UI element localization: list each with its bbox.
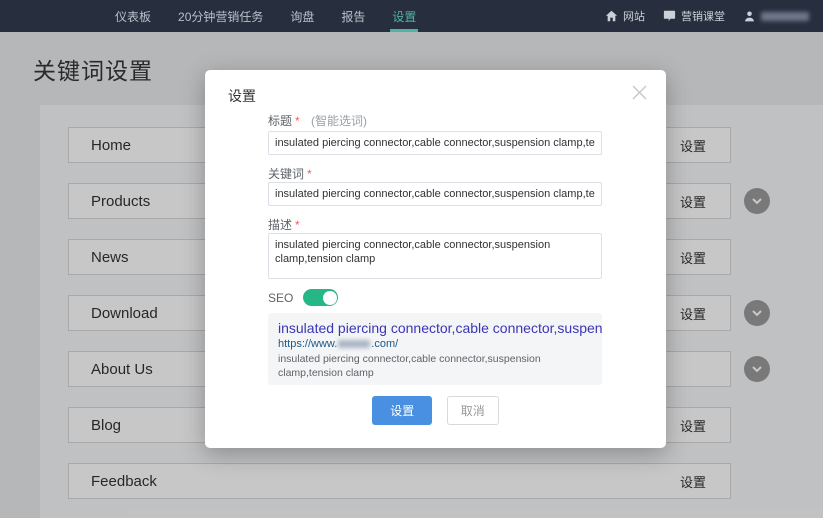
smart-word-hint: (智能选词) (311, 114, 367, 128)
nav-tab[interactable]: 设置 (392, 0, 416, 32)
modal-title: 设置 (228, 86, 256, 106)
confirm-button[interactable]: 设置 (372, 396, 432, 425)
nav-utilities: 网站 营销课堂 (605, 0, 823, 32)
nav-menu: 仪表板 20分钟营销任务 询盘 报告 设置 (115, 0, 416, 32)
title-input[interactable] (268, 131, 602, 155)
nav-tab-label: 仪表板 (115, 8, 151, 25)
nav-tab[interactable]: 询盘 (290, 0, 314, 32)
description-textarea[interactable]: insulated piercing connector,cable conne… (268, 233, 602, 279)
serp-preview-title: insulated piercing connector,cable conne… (278, 320, 592, 337)
user-icon (743, 10, 756, 23)
seo-toggle[interactable] (303, 289, 338, 306)
keywords-input[interactable] (268, 182, 602, 206)
serp-preview-url: https://www. .com/ (278, 338, 592, 350)
seo-label: SEO (268, 291, 293, 305)
nav-site-link[interactable]: 网站 (605, 8, 645, 24)
keywords-field-label: 关键词* (268, 167, 312, 181)
settings-modal: 设置 标题* (智能选词) 关键词* 描述* insulated piercin… (205, 70, 666, 448)
serp-preview: insulated piercing connector,cable conne… (268, 313, 602, 385)
description-field-label: 描述* (268, 218, 300, 232)
nav-classroom-label: 营销课堂 (681, 8, 725, 24)
nav-tab[interactable]: 报告 (341, 0, 365, 32)
title-field-label-row: 标题* (智能选词) (268, 112, 602, 130)
domain-blurred (338, 340, 370, 348)
serp-preview-description: insulated piercing connector,cable conne… (278, 352, 588, 380)
nav-tab-label: 询盘 (290, 8, 314, 25)
nav-classroom-link[interactable]: 营销课堂 (663, 8, 725, 24)
nav-tab-label: 20分钟营销任务 (178, 8, 263, 25)
home-icon (605, 10, 618, 22)
top-navbar: 仪表板 20分钟营销任务 询盘 报告 设置 网站 营销课堂 (0, 0, 823, 32)
nav-tab-label: 设置 (392, 8, 416, 25)
toggle-knob (323, 291, 337, 305)
presentation-board-icon (663, 10, 676, 22)
modal-actions: 设置 取消 (205, 396, 666, 425)
close-icon[interactable] (631, 84, 648, 101)
description-field-label-row: 描述* (268, 216, 602, 234)
nav-account[interactable] (743, 10, 809, 23)
nav-tab[interactable]: 仪表板 (115, 0, 151, 32)
keywords-field-label-row: 关键词* (268, 165, 602, 183)
nav-tab-label: 报告 (341, 8, 365, 25)
title-field-label: 标题* (智能选词) (268, 114, 367, 128)
nav-site-label: 网站 (623, 8, 645, 24)
cancel-button[interactable]: 取消 (447, 396, 499, 425)
nav-tab[interactable]: 20分钟营销任务 (178, 0, 263, 32)
account-name-blurred (761, 12, 809, 21)
